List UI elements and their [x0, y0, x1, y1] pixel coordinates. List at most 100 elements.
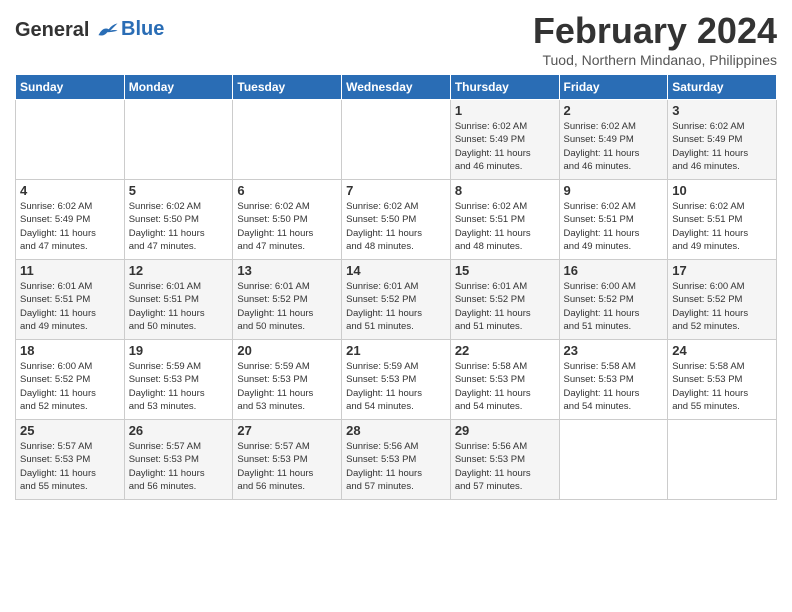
day-number: 23: [564, 343, 664, 358]
title-block: February 2024 Tuod, Northern Mindanao, P…: [533, 10, 777, 68]
calendar-week-row: 11 Sunrise: 6:01 AM Sunset: 5:51 PM Dayli…: [16, 260, 777, 340]
day-number: 15: [455, 263, 555, 278]
day-number: 20: [237, 343, 337, 358]
day-info: Sunrise: 6:02 AM Sunset: 5:49 PM Dayligh…: [455, 120, 555, 173]
col-header-thursday: Thursday: [450, 75, 559, 100]
day-info: Sunrise: 5:59 AM Sunset: 5:53 PM Dayligh…: [237, 360, 337, 413]
day-number: 5: [129, 183, 229, 198]
day-info: Sunrise: 6:00 AM Sunset: 5:52 PM Dayligh…: [672, 280, 772, 333]
day-number: 10: [672, 183, 772, 198]
calendar-cell: 20 Sunrise: 5:59 AM Sunset: 5:53 PM Dayli…: [233, 340, 342, 420]
calendar-cell: [124, 100, 233, 180]
calendar-week-row: 4 Sunrise: 6:02 AM Sunset: 5:49 PM Daylig…: [16, 180, 777, 260]
month-year-title: February 2024: [533, 10, 777, 52]
col-header-wednesday: Wednesday: [342, 75, 451, 100]
calendar-cell: 3 Sunrise: 6:02 AM Sunset: 5:49 PM Daylig…: [668, 100, 777, 180]
day-info: Sunrise: 5:57 AM Sunset: 5:53 PM Dayligh…: [129, 440, 229, 493]
calendar-cell: 2 Sunrise: 6:02 AM Sunset: 5:49 PM Daylig…: [559, 100, 668, 180]
day-info: Sunrise: 6:02 AM Sunset: 5:51 PM Dayligh…: [455, 200, 555, 253]
day-number: 25: [20, 423, 120, 438]
day-number: 4: [20, 183, 120, 198]
calendar-table: SundayMondayTuesdayWednesdayThursdayFrid…: [15, 74, 777, 500]
day-number: 29: [455, 423, 555, 438]
calendar-cell: 6Sunrise: 6:02 AM Sunset: 5:50 PM Daylig…: [233, 180, 342, 260]
col-header-saturday: Saturday: [668, 75, 777, 100]
day-info: Sunrise: 6:02 AM Sunset: 5:49 PM Dayligh…: [672, 120, 772, 173]
calendar-cell: 10 Sunrise: 6:02 AM Sunset: 5:51 PM Dayli…: [668, 180, 777, 260]
calendar-cell: 26Sunrise: 5:57 AM Sunset: 5:53 PM Dayli…: [124, 420, 233, 500]
day-number: 14: [346, 263, 446, 278]
day-info: Sunrise: 6:02 AM Sunset: 5:51 PM Dayligh…: [672, 200, 772, 253]
day-number: 21: [346, 343, 446, 358]
day-info: Sunrise: 6:02 AM Sunset: 5:51 PM Dayligh…: [564, 200, 664, 253]
calendar-cell: 11 Sunrise: 6:01 AM Sunset: 5:51 PM Dayli…: [16, 260, 125, 340]
day-number: 18: [20, 343, 120, 358]
day-number: 8: [455, 183, 555, 198]
day-number: 1: [455, 103, 555, 118]
calendar-week-row: 1 Sunrise: 6:02 AM Sunset: 5:49 PM Daylig…: [16, 100, 777, 180]
calendar-cell: 21 Sunrise: 5:59 AM Sunset: 5:53 PM Dayli…: [342, 340, 451, 420]
calendar-cell: 1 Sunrise: 6:02 AM Sunset: 5:49 PM Daylig…: [450, 100, 559, 180]
day-info: Sunrise: 6:02 AM Sunset: 5:50 PM Dayligh…: [237, 200, 337, 253]
calendar-cell: 5 Sunrise: 6:02 AM Sunset: 5:50 PM Daylig…: [124, 180, 233, 260]
day-info: Sunrise: 5:59 AM Sunset: 5:53 PM Dayligh…: [346, 360, 446, 413]
day-number: 24: [672, 343, 772, 358]
calendar-cell: 15 Sunrise: 6:01 AM Sunset: 5:52 PM Dayli…: [450, 260, 559, 340]
day-number: 13: [237, 263, 337, 278]
day-info: Sunrise: 6:01 AM Sunset: 5:52 PM Dayligh…: [237, 280, 337, 333]
calendar-week-row: 25 Sunrise: 5:57 AM Sunset: 5:53 PM Dayli…: [16, 420, 777, 500]
calendar-cell: [559, 420, 668, 500]
calendar-cell: 19 Sunrise: 5:59 AM Sunset: 5:53 PM Dayli…: [124, 340, 233, 420]
calendar-cell: 16 Sunrise: 6:00 AM Sunset: 5:52 PM Dayli…: [559, 260, 668, 340]
calendar-cell: 8 Sunrise: 6:02 AM Sunset: 5:51 PM Daylig…: [450, 180, 559, 260]
day-info: Sunrise: 5:59 AM Sunset: 5:53 PM Dayligh…: [129, 360, 229, 413]
calendar-cell: 25Sunrise: 5:57 AM Sunset: 5:53 PM Dayli…: [16, 420, 125, 500]
day-info: Sunrise: 6:02 AM Sunset: 5:49 PM Dayligh…: [20, 200, 120, 253]
calendar-cell: 4 Sunrise: 6:02 AM Sunset: 5:49 PM Daylig…: [16, 180, 125, 260]
calendar-cell: 17 Sunrise: 6:00 AM Sunset: 5:52 PM Dayli…: [668, 260, 777, 340]
day-info: Sunrise: 6:02 AM Sunset: 5:49 PM Dayligh…: [564, 120, 664, 173]
day-number: 22: [455, 343, 555, 358]
col-header-monday: Monday: [124, 75, 233, 100]
day-info: Sunrise: 6:01 AM Sunset: 5:52 PM Dayligh…: [455, 280, 555, 333]
logo-line2: Blue: [121, 18, 164, 41]
calendar-cell: [233, 100, 342, 180]
day-number: 2: [564, 103, 664, 118]
day-info: Sunrise: 6:02 AM Sunset: 5:50 PM Dayligh…: [346, 200, 446, 253]
calendar-cell: 9 Sunrise: 6:02 AM Sunset: 5:51 PM Daylig…: [559, 180, 668, 260]
calendar-cell: [668, 420, 777, 500]
col-header-sunday: Sunday: [16, 75, 125, 100]
calendar-cell: [16, 100, 125, 180]
header: General Blue February 2024 Tuod, Norther…: [15, 10, 777, 68]
calendar-cell: 14 Sunrise: 6:01 AM Sunset: 5:52 PM Dayli…: [342, 260, 451, 340]
calendar-cell: 24 Sunrise: 5:58 AM Sunset: 5:53 PM Dayli…: [668, 340, 777, 420]
day-info: Sunrise: 6:00 AM Sunset: 5:52 PM Dayligh…: [564, 280, 664, 333]
day-number: 19: [129, 343, 229, 358]
day-info: Sunrise: 6:01 AM Sunset: 5:52 PM Dayligh…: [346, 280, 446, 333]
day-number: 16: [564, 263, 664, 278]
day-number: 11: [20, 263, 120, 278]
day-info: Sunrise: 5:56 AM Sunset: 5:53 PM Dayligh…: [346, 440, 446, 493]
day-info: Sunrise: 5:58 AM Sunset: 5:53 PM Dayligh…: [564, 360, 664, 413]
day-info: Sunrise: 5:56 AM Sunset: 5:53 PM Dayligh…: [455, 440, 555, 493]
calendar-cell: 7 Sunrise: 6:02 AM Sunset: 5:50 PM Daylig…: [342, 180, 451, 260]
calendar-cell: 12Sunrise: 6:01 AM Sunset: 5:51 PM Dayli…: [124, 260, 233, 340]
day-number: 17: [672, 263, 772, 278]
day-number: 7: [346, 183, 446, 198]
day-number: 3: [672, 103, 772, 118]
day-info: Sunrise: 5:57 AM Sunset: 5:53 PM Dayligh…: [237, 440, 337, 493]
day-info: Sunrise: 6:02 AM Sunset: 5:50 PM Dayligh…: [129, 200, 229, 253]
calendar-cell: 27 Sunrise: 5:57 AM Sunset: 5:53 PM Dayli…: [233, 420, 342, 500]
day-number: 9: [564, 183, 664, 198]
day-info: Sunrise: 5:58 AM Sunset: 5:53 PM Dayligh…: [672, 360, 772, 413]
col-header-friday: Friday: [559, 75, 668, 100]
day-info: Sunrise: 6:01 AM Sunset: 5:51 PM Dayligh…: [20, 280, 120, 333]
day-info: Sunrise: 5:58 AM Sunset: 5:53 PM Dayligh…: [455, 360, 555, 413]
calendar-cell: 22 Sunrise: 5:58 AM Sunset: 5:53 PM Dayli…: [450, 340, 559, 420]
location-subtitle: Tuod, Northern Mindanao, Philippines: [533, 52, 777, 68]
calendar-week-row: 18Sunrise: 6:00 AM Sunset: 5:52 PM Dayli…: [16, 340, 777, 420]
calendar-cell: 13 Sunrise: 6:01 AM Sunset: 5:52 PM Dayli…: [233, 260, 342, 340]
day-info: Sunrise: 6:01 AM Sunset: 5:51 PM Dayligh…: [129, 280, 229, 333]
col-header-tuesday: Tuesday: [233, 75, 342, 100]
day-number: 27: [237, 423, 337, 438]
